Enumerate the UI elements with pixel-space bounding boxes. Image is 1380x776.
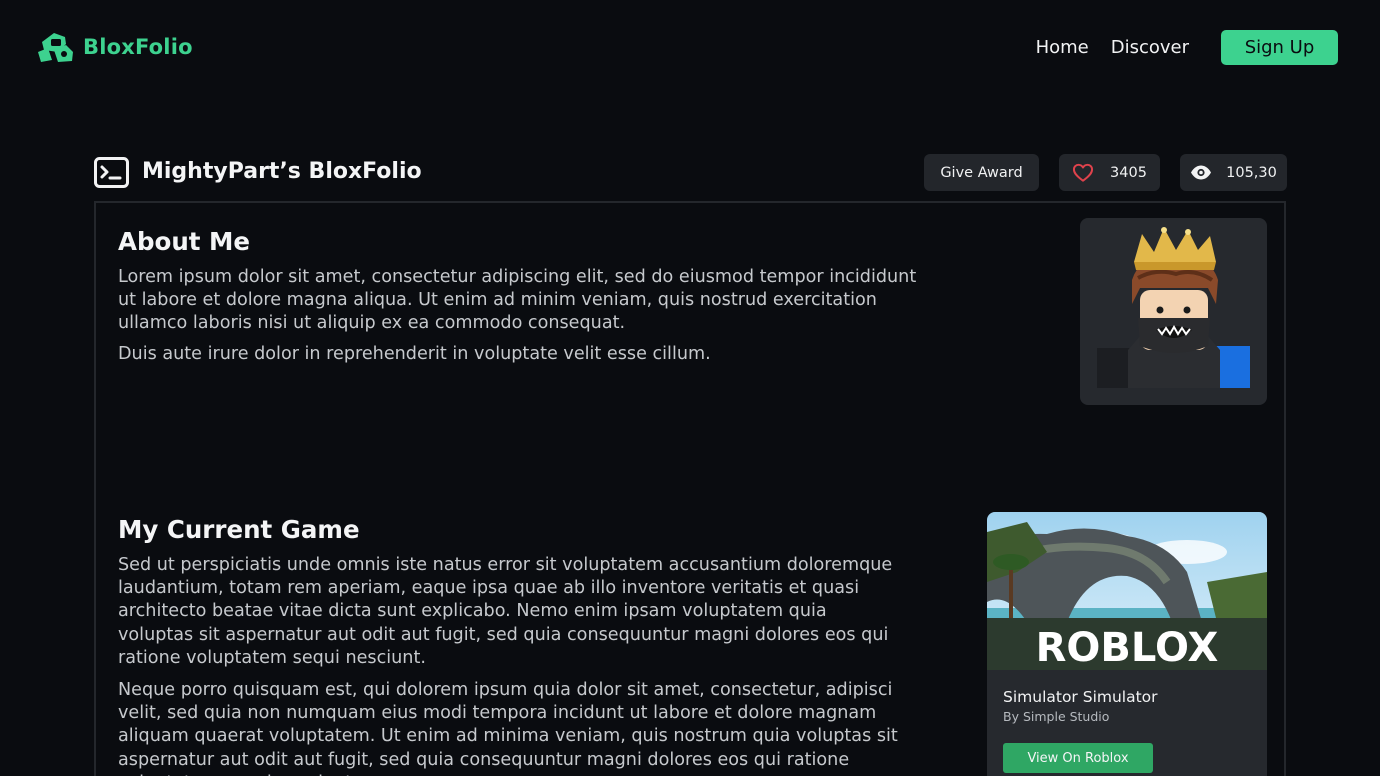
view-on-roblox-button[interactable]: View On Roblox (1003, 743, 1153, 773)
game-paragraph: Neque porro quisquam est, qui dolorem ip… (118, 680, 898, 776)
game-card: ROBLOX Simulator Simulator By Simple Stu… (987, 512, 1267, 776)
game-name: Simulator Simulator (1003, 688, 1158, 706)
brand-link[interactable]: BloxFolio (36, 30, 193, 64)
like-button[interactable]: 3405 (1059, 154, 1160, 191)
game-thumbnail[interactable]: ROBLOX (987, 512, 1267, 670)
nav-link-home[interactable]: Home (1036, 37, 1089, 58)
portfolio-content: About Me Lorem ipsum dolor sit amet, con… (94, 201, 1286, 776)
bloxfolio-page: BloxFolio Home Discover Sign Up MightyPa… (0, 0, 1380, 776)
eye-icon (1191, 165, 1212, 180)
like-count: 3405 (1110, 164, 1147, 181)
profile-header: MightyPart’s BloxFolio Give Award 3405 1… (94, 154, 1287, 192)
about-me-title: About Me (118, 227, 251, 256)
about-paragraph: Duis aute irure dolor in reprehenderit i… (118, 344, 711, 364)
nav-link-discover[interactable]: Discover (1111, 37, 1189, 58)
brand-name: BloxFolio (83, 35, 193, 59)
top-navbar: BloxFolio Home Discover Sign Up (0, 0, 1380, 96)
avatar (1080, 218, 1267, 405)
views-counter: 105,30 (1180, 154, 1287, 191)
about-paragraph: Lorem ipsum dolor sit amet, consectetur … (118, 267, 917, 334)
game-studio: By Simple Studio (1003, 709, 1110, 724)
nav-links: Home Discover Sign Up (1036, 30, 1338, 65)
bloxfolio-logo-icon (38, 33, 73, 62)
roblox-logo-text: ROBLOX (1036, 625, 1219, 670)
sign-up-button[interactable]: Sign Up (1221, 30, 1338, 65)
profile-actions: Give Award 3405 105,30 (924, 154, 1287, 191)
avatar-image (1097, 227, 1250, 388)
profile-title: MightyPart’s BloxFolio (142, 159, 422, 184)
current-game-title: My Current Game (118, 515, 360, 544)
terminal-icon (94, 157, 129, 188)
give-award-button[interactable]: Give Award (924, 154, 1039, 191)
give-award-label: Give Award (940, 164, 1023, 181)
view-count: 105,30 (1226, 164, 1277, 181)
game-paragraph: Sed ut perspiciatis unde omnis iste natu… (118, 555, 893, 668)
heart-icon (1073, 163, 1094, 182)
